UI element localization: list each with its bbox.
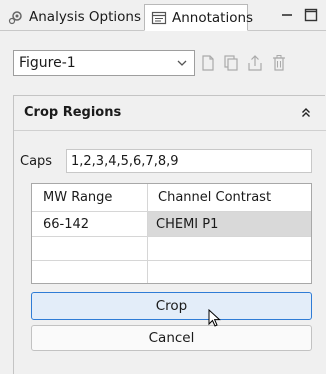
cancel-button[interactable]: Cancel bbox=[31, 325, 312, 351]
crop-regions-table: MW Range Channel Contrast 66-142 CHEMI P… bbox=[31, 183, 312, 284]
tab-annotations[interactable]: Annotations bbox=[144, 4, 253, 31]
annotations-icon bbox=[151, 11, 167, 24]
tab-label: Annotations bbox=[172, 9, 254, 26]
tab-label: Analysis Options bbox=[29, 9, 142, 25]
delete-figure-icon[interactable] bbox=[270, 53, 288, 73]
table-cell-channel-contrast[interactable]: CHEMI P1 bbox=[147, 212, 311, 236]
collapse-icon[interactable] bbox=[300, 107, 312, 119]
maximize-icon[interactable] bbox=[303, 7, 319, 23]
minimize-icon[interactable] bbox=[279, 7, 295, 23]
table-row-empty[interactable] bbox=[32, 261, 311, 283]
panel-title: Crop Regions bbox=[24, 105, 122, 120]
crop-regions-header[interactable]: Crop Regions bbox=[14, 96, 326, 131]
figure-select[interactable]: Figure-1 bbox=[13, 50, 195, 76]
column-header-mw-range[interactable]: MW Range bbox=[32, 184, 147, 211]
column-header-channel-contrast[interactable]: Channel Contrast bbox=[147, 184, 311, 211]
caps-input[interactable] bbox=[66, 149, 312, 173]
crop-button[interactable]: Crop bbox=[31, 292, 312, 320]
mouse-pointer-icon bbox=[208, 309, 221, 327]
caps-label: Caps bbox=[20, 154, 53, 169]
copy-figure-icon[interactable] bbox=[222, 53, 240, 73]
tab-bar: Analysis Options Annotations bbox=[0, 0, 326, 31]
gear-doc-icon bbox=[8, 11, 22, 25]
figure-select-value: Figure-1 bbox=[19, 55, 76, 71]
table-row-empty[interactable] bbox=[32, 237, 311, 260]
new-figure-icon[interactable] bbox=[199, 53, 217, 73]
tab-analysis-options[interactable]: Analysis Options bbox=[2, 4, 144, 30]
export-figure-icon[interactable] bbox=[246, 53, 264, 73]
chevron-down-icon[interactable] bbox=[176, 57, 188, 69]
table-cell-mw-range[interactable]: 66-142 bbox=[32, 212, 147, 236]
